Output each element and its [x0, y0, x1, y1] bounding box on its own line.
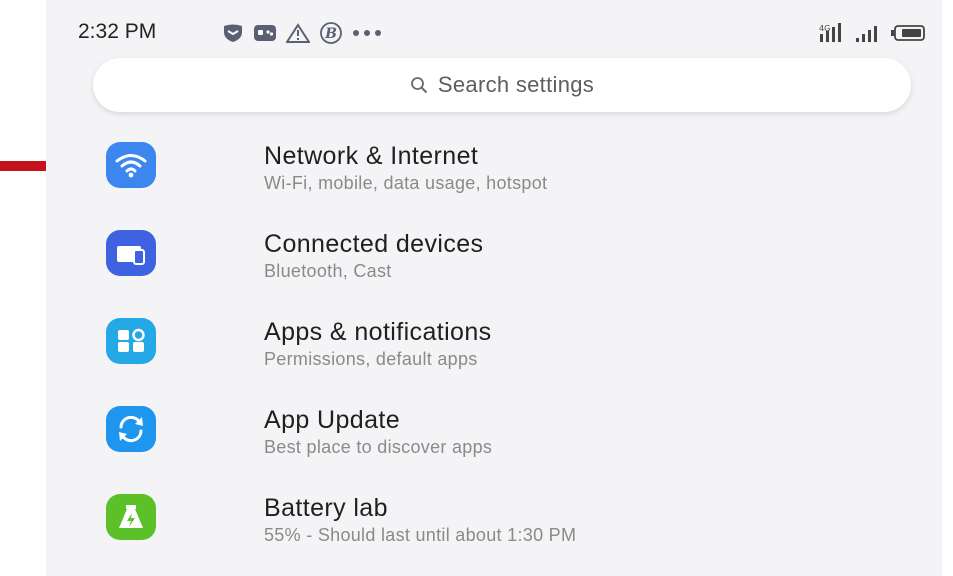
- svg-text:B: B: [324, 26, 337, 42]
- settings-item-battery-lab[interactable]: Battery lab 55% - Should last until abou…: [46, 474, 942, 562]
- settings-item-title: Network & Internet: [264, 142, 479, 170]
- more-dots-icon: [353, 30, 381, 36]
- settings-item-subtitle: Best place to discover apps: [264, 437, 493, 457]
- settings-item-connected-devices[interactable]: Connected devices Bluetooth, Cast: [46, 210, 942, 298]
- shield-icon: [224, 24, 242, 42]
- notification-icons: B: [222, 20, 384, 46]
- devices-icon: [106, 230, 156, 276]
- battery-flask-icon: [106, 494, 156, 540]
- 4g-signal-icon: 4G: [819, 23, 841, 42]
- apps-grid-icon: [106, 318, 156, 364]
- settings-item-apps-notifications[interactable]: Apps & notifications Permissions, defaul…: [46, 298, 942, 386]
- status-bar: 2:32 PM B 4G: [46, 0, 942, 62]
- cellular-signal-icon: [856, 26, 877, 42]
- settings-item-title: App Update: [264, 406, 401, 434]
- settings-item-subtitle: 55% - Should last until about 1:30 PM: [264, 525, 577, 545]
- settings-item-title: Apps & notifications: [264, 318, 492, 346]
- settings-list: Network & Internet Wi-Fi, mobile, data u…: [46, 122, 942, 562]
- warning-icon: [286, 23, 310, 43]
- settings-screen: 2:32 PM B 4G Search settings Network & I…: [46, 0, 942, 576]
- status-time: 2:32 PM: [78, 20, 157, 43]
- battery-icon: [891, 25, 925, 41]
- settings-item-subtitle: Bluetooth, Cast: [264, 261, 392, 281]
- sync-icon: [106, 406, 156, 452]
- search-icon: [411, 77, 428, 94]
- search-settings-bar[interactable]: Search settings: [93, 58, 911, 112]
- settings-item-subtitle: Permissions, default apps: [264, 349, 478, 369]
- game-controller-icon: [254, 25, 276, 41]
- settings-item-subtitle: Wi-Fi, mobile, data usage, hotspot: [264, 173, 548, 193]
- b-circle-icon: B: [320, 22, 342, 44]
- wifi-icon: [106, 142, 156, 188]
- settings-item-network-internet[interactable]: Network & Internet Wi-Fi, mobile, data u…: [46, 122, 942, 210]
- settings-item-title: Battery lab: [264, 494, 388, 522]
- settings-item-app-update[interactable]: App Update Best place to discover apps: [46, 386, 942, 474]
- system-icons: 4G: [818, 20, 926, 46]
- search-placeholder: Search settings: [437, 72, 595, 97]
- settings-item-title: Connected devices: [264, 230, 484, 258]
